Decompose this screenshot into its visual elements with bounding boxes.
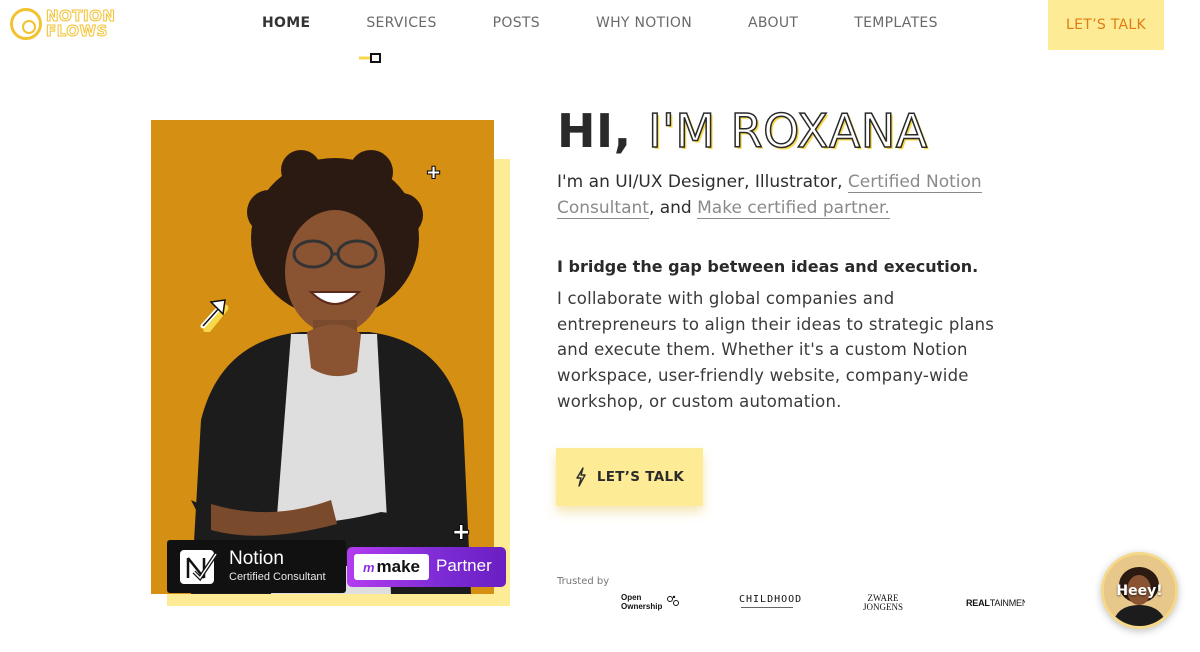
hero-greeting: HI,: [557, 104, 632, 158]
brand-logo[interactable]: NOTION FLOWS: [10, 8, 120, 42]
logo-line-2: FLOWS: [45, 22, 108, 40]
open-ownership-mark-icon: [667, 595, 679, 606]
hero-title: HI, I'M ROXANA: [557, 103, 928, 159]
nav-item-why-notion[interactable]: WHY NOTION: [596, 15, 692, 35]
open-ownership-line-2: Ownership: [621, 602, 663, 611]
portrait-illustration: [191, 150, 471, 594]
nav-item-templates[interactable]: TEMPLATES: [854, 15, 938, 35]
logo-mark-icon: [10, 8, 42, 40]
hero-name: I'M ROXANA: [647, 103, 928, 159]
hero-intro: I'm an UI/UX Designer, Illustrator, Cert…: [557, 169, 997, 221]
client-logo-realtainment: REALTAINMENT: [966, 598, 1025, 608]
make-logo-icon: m: [362, 559, 375, 575]
notion-badge-subtitle: Certified Consultant: [229, 571, 326, 583]
make-logo: m make: [354, 554, 429, 580]
main-nav: HOME SERVICES POSTS WHY NOTION ABOUT TEM…: [262, 15, 994, 35]
nav-lets-talk-button[interactable]: LET’S TALK: [1048, 0, 1164, 50]
portrait-photo: [151, 120, 494, 594]
notion-badge-title: Notion: [229, 548, 284, 569]
make-partner-label: Partner: [436, 556, 492, 575]
client-logo-open-ownership: Open Ownership: [621, 593, 662, 611]
make-partner-badge: m make Partner: [347, 547, 506, 587]
client-logo-zware-jongens: ZWARE JONGENS: [863, 594, 903, 612]
notion-certified-badge: Notion Certified Consultant: [167, 540, 346, 593]
zware-line-2: JONGENS: [863, 602, 904, 612]
lightning-icon: [576, 467, 586, 487]
make-logo-word: make: [376, 557, 421, 576]
childhood-underline: [741, 607, 793, 608]
hero-description: I collaborate with global companies and …: [557, 289, 995, 411]
open-ownership-line-1: Open: [621, 593, 642, 602]
nav-item-home[interactable]: HOME: [262, 15, 310, 35]
hero-tagline: I bridge the gap between ideas and execu…: [557, 257, 979, 276]
intro-prefix: I'm an UI/UX Designer, Illustrator,: [557, 172, 848, 192]
nav-item-posts[interactable]: POSTS: [493, 15, 540, 35]
sparkle-icon: +: [426, 162, 442, 183]
nav-item-about[interactable]: ABOUT: [748, 15, 798, 35]
notion-logo-icon: [180, 550, 218, 584]
realtainment-rest: TAINMENT: [989, 598, 1025, 608]
intro-mid: , and: [648, 198, 698, 218]
corner-decoration-icon: [359, 53, 381, 63]
nav-item-services[interactable]: SERVICES: [366, 15, 436, 35]
trusted-by-label: Trusted by: [557, 576, 610, 587]
hero-lets-talk-button[interactable]: LET’S TALK: [556, 448, 703, 506]
realtainment-bold: REAL: [966, 598, 990, 608]
hero-cta-label: LET’S TALK: [596, 469, 685, 485]
sparkle-icon: +: [452, 520, 471, 545]
arrow-cursor-icon: [200, 299, 229, 332]
make-partner-link[interactable]: Make certified partner.: [697, 198, 890, 219]
logo-wordmark: NOTION FLOWS: [45, 8, 115, 40]
client-logo-childhood: CHILDHOOD: [739, 594, 803, 605]
chat-widget-button[interactable]: Heey!: [1101, 552, 1178, 629]
chat-greeting-label: Heey!: [1116, 583, 1163, 599]
